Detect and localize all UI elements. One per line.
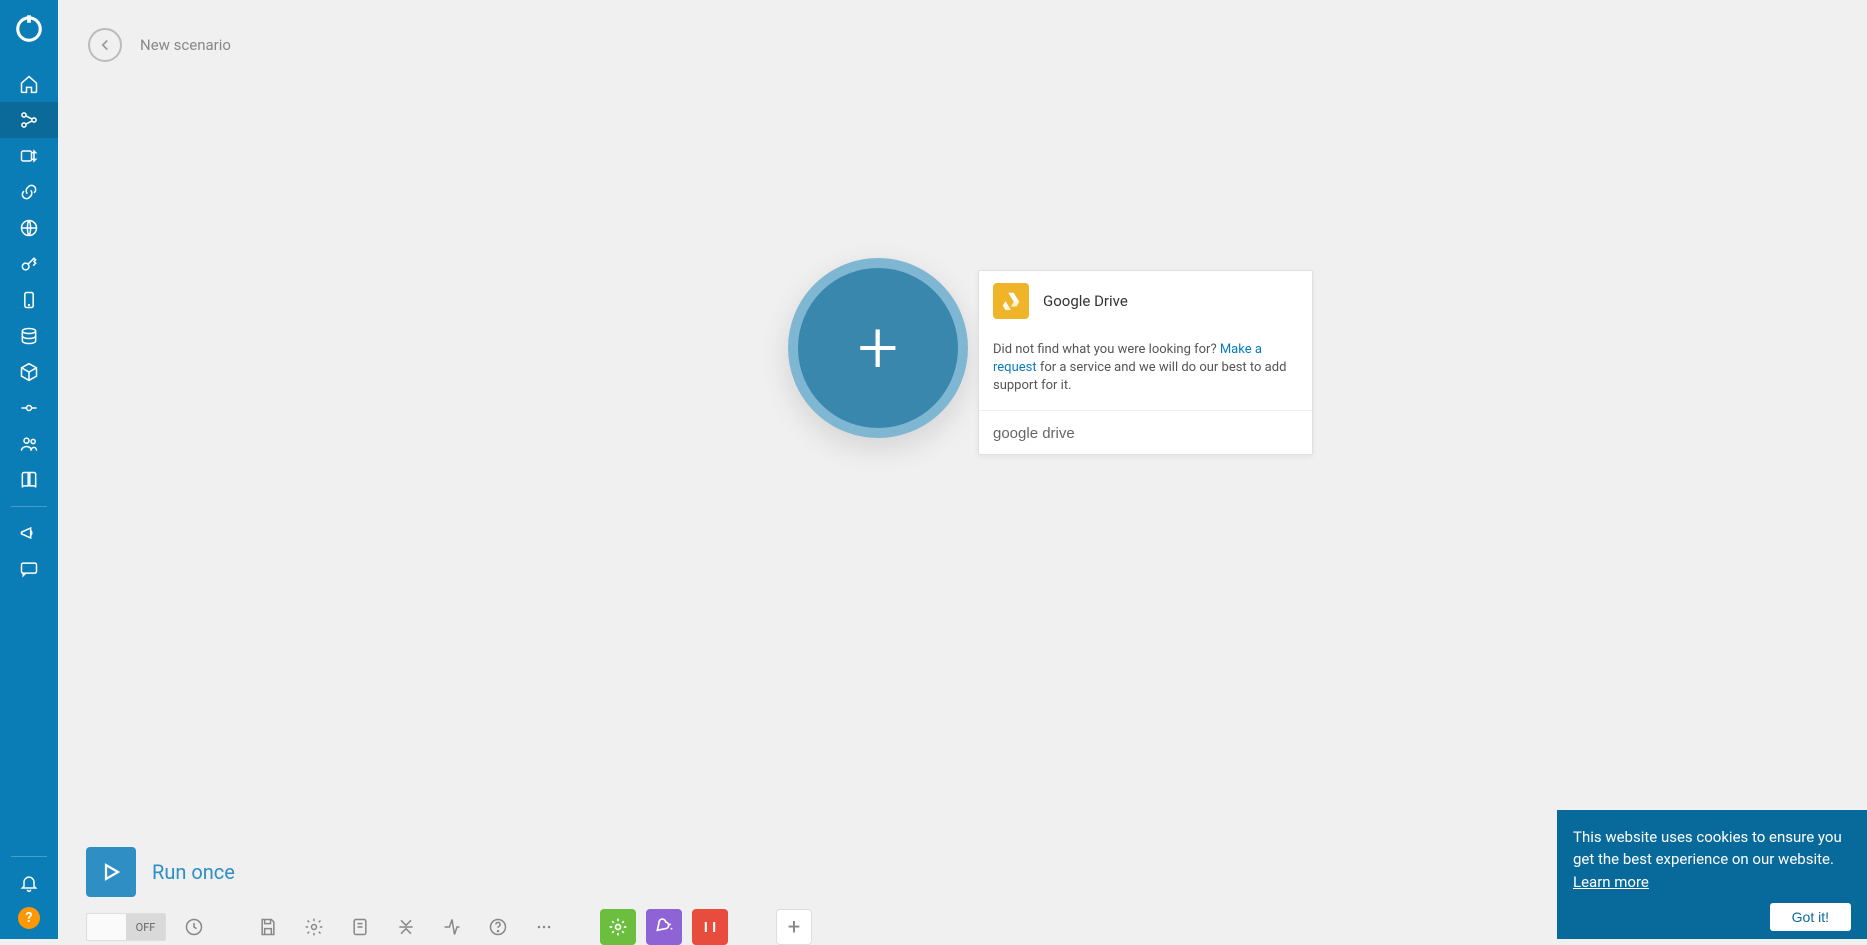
favorite-app-3[interactable] xyxy=(692,909,728,945)
service-request-message: Did not find what you were looking for? … xyxy=(979,331,1312,411)
add-favorite-app-button[interactable]: + xyxy=(776,909,812,945)
nav-chat[interactable] xyxy=(0,551,58,587)
cookie-banner: This website uses cookies to ensure you … xyxy=(1557,810,1867,940)
explain-flow-button[interactable] xyxy=(434,909,470,945)
nav-home[interactable] xyxy=(0,66,58,102)
back-button[interactable] xyxy=(88,28,122,62)
nav-devices[interactable] xyxy=(0,282,58,318)
nav-templates[interactable] xyxy=(0,138,58,174)
scenario-title[interactable]: New scenario xyxy=(140,36,231,54)
favorite-app-2[interactable] xyxy=(646,909,682,945)
bottom-toolbar: OFF xyxy=(86,909,812,945)
toggle-on-segment xyxy=(87,914,126,940)
service-result-label: Google Drive xyxy=(1043,292,1128,310)
plus-icon: + xyxy=(858,312,899,384)
google-drive-icon xyxy=(993,283,1029,319)
service-search-wrapper xyxy=(979,411,1312,454)
nav-package[interactable] xyxy=(0,354,58,390)
sidebar-divider-bottom xyxy=(11,856,47,857)
save-button[interactable] xyxy=(250,909,286,945)
nav-webhooks[interactable] xyxy=(0,210,58,246)
topbar: New scenario xyxy=(88,28,231,62)
settings-button[interactable] xyxy=(296,909,332,945)
nav-notifications[interactable] xyxy=(0,865,58,901)
nav-datastores[interactable] xyxy=(0,318,58,354)
nav-scenarios[interactable] xyxy=(0,102,58,138)
cookie-learn-more-link[interactable]: Learn more xyxy=(1573,873,1649,891)
schedule-button[interactable] xyxy=(176,909,212,945)
notes-button[interactable] xyxy=(342,909,378,945)
cookie-accept-button[interactable]: Got it! xyxy=(1770,903,1851,931)
run-block: Run once xyxy=(86,847,235,897)
more-button[interactable] xyxy=(526,909,562,945)
run-once-label: Run once xyxy=(152,860,235,884)
nav-commit[interactable] xyxy=(0,390,58,426)
scheduling-toggle[interactable]: OFF xyxy=(86,913,166,941)
cookie-text: This website uses cookies to ensure you … xyxy=(1573,828,1842,869)
app-logo-icon xyxy=(14,14,44,48)
nav-connections[interactable] xyxy=(0,174,58,210)
scenario-canvas: New scenario + Google Drive Did not find… xyxy=(58,0,1867,939)
sidebar: ? xyxy=(0,0,58,939)
add-module-button[interactable]: + xyxy=(788,258,968,438)
run-once-button[interactable] xyxy=(86,847,136,897)
sidebar-divider xyxy=(11,506,47,507)
nav-announcements[interactable] xyxy=(0,515,58,551)
auto-align-button[interactable] xyxy=(388,909,424,945)
nav-team[interactable] xyxy=(0,426,58,462)
nav-keys[interactable] xyxy=(0,246,58,282)
service-result-google-drive[interactable]: Google Drive xyxy=(979,271,1312,331)
nav-docs[interactable] xyxy=(0,462,58,498)
service-picker-panel: Google Drive Did not find what you were … xyxy=(978,270,1313,455)
help-button[interactable] xyxy=(480,909,516,945)
help-badge[interactable]: ? xyxy=(18,907,40,929)
favorite-app-1[interactable] xyxy=(600,909,636,945)
service-search-input[interactable] xyxy=(993,425,1298,442)
toggle-off-segment: OFF xyxy=(126,914,165,940)
